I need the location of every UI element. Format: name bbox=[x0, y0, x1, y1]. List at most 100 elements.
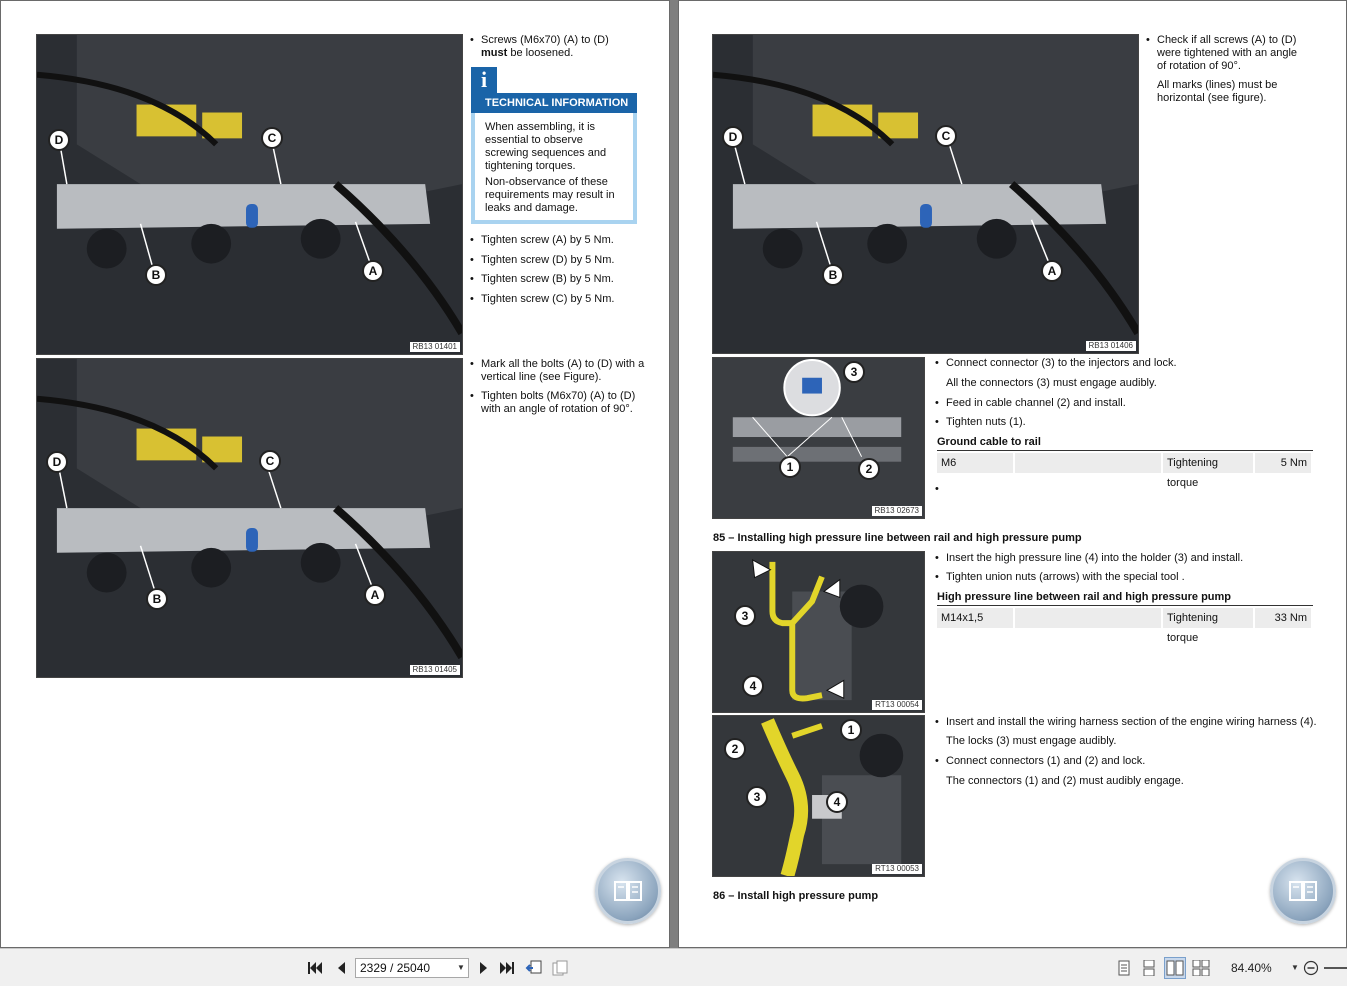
document-page-right: D C B A RB13 01406 Check if all screws (… bbox=[678, 0, 1347, 948]
callout-3: 3 bbox=[746, 786, 768, 808]
step-tighten-union-nuts: Tighten union nuts (arrows) with the spe… bbox=[935, 571, 1315, 584]
check-note: All marks (lines) must be horizontal (se… bbox=[1157, 79, 1278, 104]
facing-pages-icon bbox=[1166, 960, 1184, 976]
document-nav-badge[interactable] bbox=[595, 858, 661, 924]
step-tighten-angle: Tighten bolts (M6x70) (A) to (D) with an… bbox=[470, 390, 640, 416]
hp-line-heading: High pressure line between rail and high… bbox=[937, 591, 1232, 603]
spec-cell: M6 bbox=[937, 453, 1013, 473]
figure-code: RB13 02673 bbox=[871, 506, 922, 516]
continuous-facing-view-button[interactable] bbox=[1192, 959, 1210, 977]
facing-view-button[interactable] bbox=[1164, 957, 1186, 979]
connect-note: All the connectors (3) must engage audib… bbox=[946, 377, 1157, 389]
figure-code: RB13 01401 bbox=[409, 342, 460, 352]
callout-4: 4 bbox=[742, 675, 764, 697]
callout-b: B bbox=[822, 264, 844, 286]
callout-4: 4 bbox=[826, 791, 848, 813]
spec-cell: M14x1,5 bbox=[937, 608, 1013, 628]
callout-a: A bbox=[364, 584, 386, 606]
single-page-view-button[interactable] bbox=[1115, 959, 1133, 977]
first-page-icon bbox=[308, 962, 322, 974]
document-page-left: D C B A RB13 01401 D C B A RB13 01405 • … bbox=[0, 0, 670, 948]
zoom-out-icon bbox=[1303, 960, 1319, 976]
table-rule bbox=[937, 450, 1313, 451]
go-forward-view-icon bbox=[552, 960, 568, 976]
continuous-page-icon bbox=[1143, 960, 1155, 976]
step-insert-harness: Insert and install the wiring harness se… bbox=[935, 716, 1325, 729]
callout-c: C bbox=[261, 127, 283, 149]
value-cell: 33 Nm bbox=[1255, 608, 1311, 628]
continuous-view-button[interactable] bbox=[1140, 959, 1158, 977]
step-tighten-nuts: Tighten nuts (1). bbox=[935, 416, 1315, 429]
empty-bullet bbox=[935, 483, 955, 496]
zoom-level[interactable]: 84.40% bbox=[1231, 961, 1272, 975]
step-loosen-post: be loosened. bbox=[507, 47, 574, 59]
last-page-button[interactable] bbox=[498, 959, 516, 977]
table-rule bbox=[937, 605, 1313, 606]
document-nav-badge[interactable] bbox=[1270, 858, 1336, 924]
engine-photo-connectors: 3 1 2 RB13 02673 bbox=[712, 357, 925, 519]
step-mark-bolts: Mark all the bolts (A) to (D) with a ver… bbox=[470, 358, 645, 384]
hp-torque-row: M14x1,5 Tightening torque 33 Nm bbox=[937, 608, 1313, 644]
step-tighten-a: Tighten screw (A) by 5 Nm. bbox=[470, 234, 660, 247]
step-insert-hp-line: Insert the high pressure line (4) into t… bbox=[935, 552, 1315, 565]
step-connect-injectors: Connect connector (3) to the injectors a… bbox=[935, 357, 1315, 370]
engine-photo-rail-screws: D C B A RB13 01401 bbox=[36, 34, 463, 355]
zoom-slider-track[interactable] bbox=[1324, 967, 1347, 969]
callout-b: B bbox=[146, 588, 168, 610]
info-icon: i bbox=[471, 67, 497, 93]
callout-c: C bbox=[935, 125, 957, 147]
step-tighten-d: Tighten screw (D) by 5 Nm. bbox=[470, 254, 660, 267]
callout-1: 1 bbox=[840, 719, 862, 741]
previous-page-button[interactable] bbox=[332, 959, 350, 977]
step-feed-cable: Feed in cable channel (2) and install. bbox=[935, 397, 1315, 410]
next-page-button[interactable] bbox=[475, 959, 493, 977]
value-cell: 5 Nm bbox=[1255, 453, 1311, 473]
page-number-input[interactable]: 2329 / 25040 bbox=[355, 958, 469, 978]
zoom-dropdown-arrow[interactable]: ▼ bbox=[1291, 963, 1299, 972]
technical-information-body: When assembling, it is essential to obse… bbox=[471, 113, 637, 224]
first-page-button[interactable] bbox=[306, 959, 324, 977]
figure-code: RB13 01405 bbox=[409, 665, 460, 675]
figure-code: RT13 00054 bbox=[872, 700, 922, 710]
connect-1-2-note: The connectors (1) and (2) must audibly … bbox=[946, 775, 1184, 787]
engine-illustration bbox=[37, 359, 462, 677]
continuous-facing-icon bbox=[1192, 960, 1210, 976]
step-check-screws: Check if all screws (A) to (D) were tigh… bbox=[1146, 34, 1306, 73]
single-page-icon bbox=[1118, 960, 1130, 976]
figure-code: RB13 01406 bbox=[1085, 341, 1136, 351]
callout-d: D bbox=[722, 126, 744, 148]
empty-cell bbox=[1015, 608, 1161, 628]
callout-2: 2 bbox=[724, 738, 746, 760]
technical-information-title: TECHNICAL INFORMATION bbox=[471, 93, 637, 113]
step-loosen-emphasis: must bbox=[481, 47, 508, 59]
tech-info-paragraph-2: Non-observance of these requirements may… bbox=[485, 176, 615, 214]
go-back-view-button[interactable] bbox=[525, 959, 543, 977]
section-85-title: 85 – Installing high pressure line betwe… bbox=[713, 532, 1082, 544]
next-page-icon bbox=[480, 962, 487, 974]
callout-c: C bbox=[259, 450, 281, 472]
section-86-title: 86 – Install high pressure pump bbox=[713, 890, 879, 902]
locks-note: The locks (3) must engage audibly. bbox=[946, 735, 1117, 747]
callout-3: 3 bbox=[843, 361, 865, 383]
book-icon bbox=[1289, 881, 1317, 901]
engine-photo-rail-check: D C B A RB13 01406 bbox=[712, 34, 1139, 354]
callout-d: D bbox=[46, 451, 68, 473]
callout-a: A bbox=[1041, 260, 1063, 282]
zoom-out-button[interactable] bbox=[1302, 959, 1320, 977]
engine-illustration bbox=[713, 716, 924, 876]
last-page-icon bbox=[500, 962, 514, 974]
callout-d: D bbox=[48, 129, 70, 151]
callout-b: B bbox=[145, 264, 167, 286]
page-dropdown-arrow[interactable]: ▼ bbox=[457, 963, 465, 972]
engine-photo-hp-line: 3 4 RT13 00054 bbox=[712, 551, 925, 713]
callout-a: A bbox=[362, 260, 384, 282]
step-loosen-pre: Screws (M6x70) (A) to (D) bbox=[481, 34, 609, 46]
ground-torque-row: M6 Tightening torque 5 Nm bbox=[937, 453, 1313, 489]
go-forward-view-button[interactable] bbox=[551, 959, 569, 977]
engine-illustration bbox=[713, 358, 924, 518]
label-cell: Tightening torque bbox=[1163, 453, 1253, 489]
tech-info-paragraph-1: When assembling, it is essential to obse… bbox=[485, 121, 607, 172]
label-cell: Tightening torque bbox=[1163, 608, 1253, 644]
figure-code: RT13 00053 bbox=[872, 864, 922, 874]
engine-illustration bbox=[37, 35, 462, 354]
